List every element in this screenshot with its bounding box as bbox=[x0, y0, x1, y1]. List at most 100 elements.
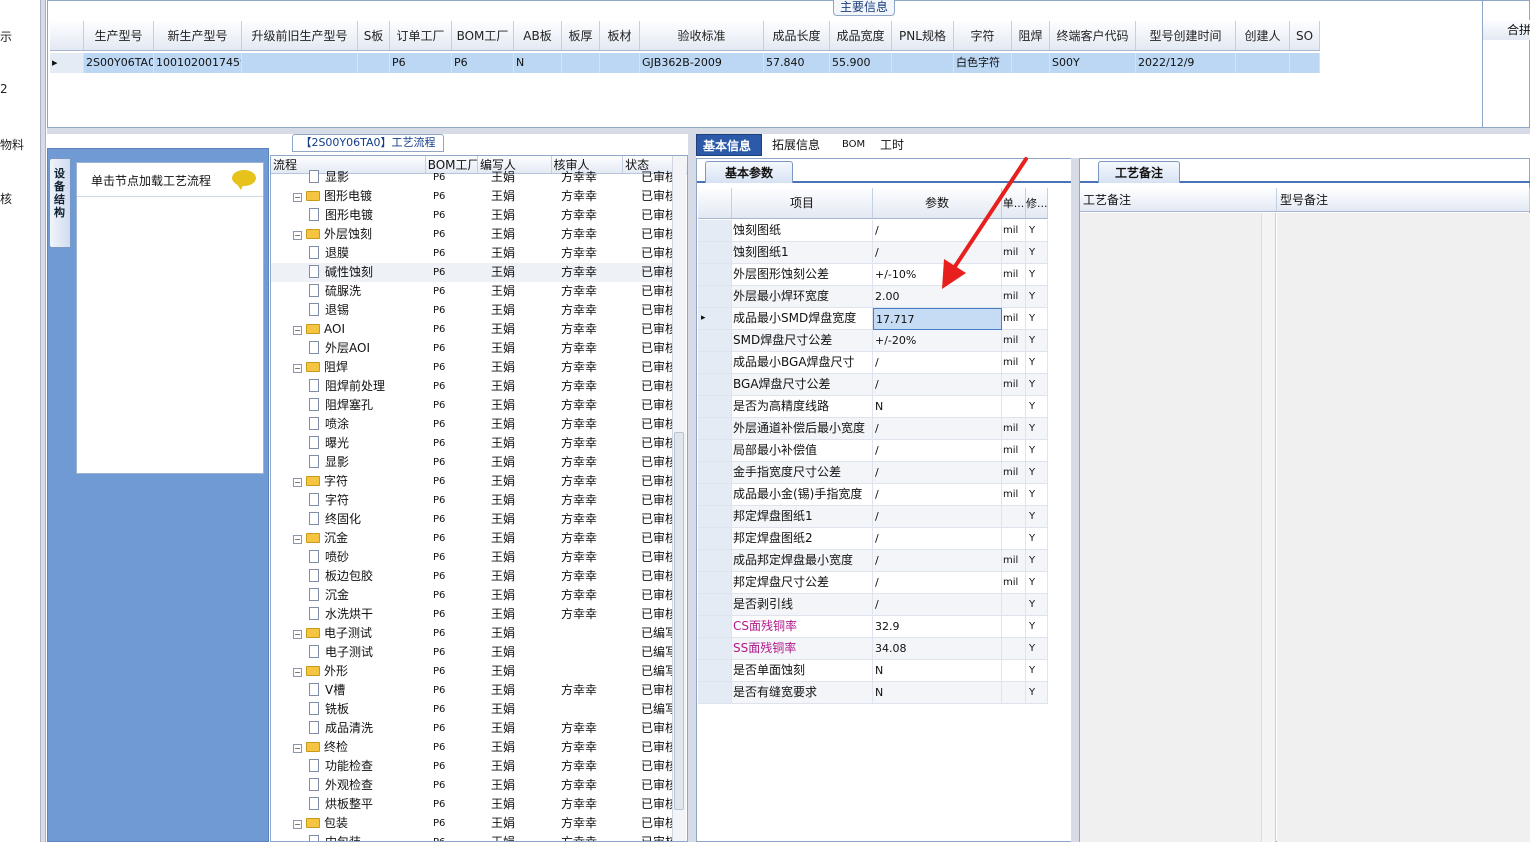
column-header[interactable]: 板材 bbox=[600, 21, 640, 50]
left-nav-item[interactable]: 物料 bbox=[0, 136, 24, 153]
column-header[interactable]: 终端客户代码 bbox=[1050, 21, 1136, 50]
column-header[interactable]: 板厚 bbox=[562, 21, 600, 50]
process-row[interactable]: 碱性蚀刻 P6 王娟 方幸幸 已审核 bbox=[271, 263, 675, 282]
grid-cell[interactable]: GJB362B-2009 bbox=[640, 53, 764, 73]
right-splitter[interactable] bbox=[1071, 158, 1079, 842]
param-value[interactable]: 34.08 bbox=[873, 638, 1002, 660]
grid-cell[interactable]: 2022/12/9 bbox=[1136, 53, 1236, 73]
process-row[interactable]: 成品清洗 P6 王娟 方幸幸 已审核 bbox=[271, 719, 675, 738]
collapse-icon[interactable]: − bbox=[293, 630, 302, 639]
column-header[interactable]: SO bbox=[1290, 21, 1320, 50]
process-row[interactable]: 喷涂 P6 王娟 方幸幸 已审核 bbox=[271, 415, 675, 434]
param-row[interactable]: BGA焊盘尺寸公差 / mil Y bbox=[698, 374, 1048, 396]
tab-basic-info[interactable]: 基本信息 bbox=[696, 134, 762, 156]
param-row[interactable]: CS面残铜率 32.9 Y bbox=[698, 616, 1048, 638]
param-row[interactable]: 成品最小金(锡)手指宽度 / mil Y bbox=[698, 484, 1048, 506]
process-row[interactable]: 阻焊前处理 P6 王娟 方幸幸 已审核 bbox=[271, 377, 675, 396]
grid-corner[interactable] bbox=[50, 21, 84, 50]
column-header[interactable]: 创建人 bbox=[1236, 21, 1290, 50]
column-header[interactable]: 阻焊 bbox=[1012, 21, 1050, 50]
collapse-icon[interactable]: − bbox=[293, 326, 302, 335]
process-row[interactable]: 外观检查 P6 王娟 方幸幸 已审核 bbox=[271, 776, 675, 795]
param-value[interactable]: N bbox=[873, 660, 1002, 682]
collapse-icon[interactable]: − bbox=[293, 231, 302, 240]
grid-cell[interactable]: P6 bbox=[452, 53, 514, 73]
param-value[interactable]: N bbox=[873, 682, 1002, 704]
param-row[interactable]: 是否有缝宽要求 N Y bbox=[698, 682, 1048, 704]
tab-work-hours[interactable]: 工时 bbox=[874, 134, 910, 156]
column-header[interactable]: 新生产型号 bbox=[154, 21, 242, 50]
collapse-icon[interactable]: − bbox=[293, 668, 302, 677]
param-value[interactable]: +/-20% bbox=[873, 330, 1002, 352]
process-row[interactable]: − 阻焊 P6 王娟 方幸幸 已审核 bbox=[271, 358, 675, 377]
grid-cell[interactable]: S00Y bbox=[1050, 53, 1136, 73]
column-header[interactable]: S板 bbox=[358, 21, 390, 50]
process-row[interactable]: 显影 P6 王娟 方幸幸 已审核 bbox=[271, 168, 675, 187]
process-row[interactable]: 退锡 P6 王娟 方幸幸 已审核 bbox=[271, 301, 675, 320]
column-header[interactable]: 验收标准 bbox=[640, 21, 764, 50]
param-value[interactable]: / bbox=[873, 374, 1002, 396]
param-row[interactable]: 金手指宽度尺寸公差 / mil Y bbox=[698, 462, 1048, 484]
param-value[interactable]: / bbox=[873, 572, 1002, 594]
equipment-structure-tab[interactable]: 设备结构 bbox=[49, 158, 71, 248]
column-header[interactable]: AB板 bbox=[514, 21, 562, 50]
column-header[interactable]: 订单工厂 bbox=[390, 21, 452, 50]
param-row[interactable]: SMD焊盘尺寸公差 +/-20% mil Y bbox=[698, 330, 1048, 352]
process-row[interactable]: 沉金 P6 王娟 方幸幸 已审核 bbox=[271, 586, 675, 605]
middle-splitter[interactable] bbox=[688, 134, 696, 842]
column-header[interactable]: 字符 bbox=[954, 21, 1012, 50]
tab-process-notes[interactable]: 工艺备注 bbox=[1098, 161, 1180, 183]
column-header[interactable]: 升级前旧生产型号 bbox=[242, 21, 358, 50]
param-value[interactable]: 32.9 bbox=[873, 616, 1002, 638]
param-row[interactable]: SS面残铜率 34.08 Y bbox=[698, 638, 1048, 660]
process-notes-field[interactable] bbox=[1080, 213, 1276, 842]
grid-cell[interactable] bbox=[1236, 53, 1290, 73]
model-notes-field[interactable] bbox=[1277, 213, 1530, 842]
grid-cell[interactable]: P6 bbox=[390, 53, 452, 73]
param-value[interactable]: / bbox=[873, 440, 1002, 462]
process-row[interactable]: V槽 P6 王娟 方幸幸 已审核 bbox=[271, 681, 675, 700]
vertical-splitter[interactable] bbox=[40, 0, 46, 842]
process-row[interactable]: 电子测试 P6 王娟 已编写 bbox=[271, 643, 675, 662]
process-row[interactable]: 曝光 P6 王娟 方幸幸 已审核 bbox=[271, 434, 675, 453]
param-value[interactable]: 17.717 bbox=[873, 308, 1002, 330]
process-row[interactable]: 硫脲洗 P6 王娟 方幸幸 已审核 bbox=[271, 282, 675, 301]
grid-cell[interactable]: 白色字符 bbox=[954, 53, 1012, 73]
param-row[interactable]: 是否为高精度线路 N Y bbox=[698, 396, 1048, 418]
process-row[interactable]: − AOI P6 王娟 方幸幸 已审核 bbox=[271, 320, 675, 339]
param-row[interactable]: 邦定焊盘尺寸公差 / mil Y bbox=[698, 572, 1048, 594]
grid-cell[interactable]: 57.840 bbox=[764, 53, 830, 73]
param-row[interactable]: 成品邦定焊盘最小宽度 / mil Y bbox=[698, 550, 1048, 572]
param-value[interactable]: N bbox=[873, 396, 1002, 418]
grid-cell[interactable]: 55.900 bbox=[830, 53, 892, 73]
notes-scrollbar[interactable] bbox=[1261, 213, 1275, 842]
param-row[interactable]: 成品最小BGA焊盘尺寸 / mil Y bbox=[698, 352, 1048, 374]
process-row[interactable]: − 沉金 P6 王娟 方幸幸 已审核 bbox=[271, 529, 675, 548]
process-row[interactable]: 内包装 P6 王娟 方幸幸 已审核 bbox=[271, 833, 675, 841]
column-header[interactable]: 成品宽度 bbox=[830, 21, 892, 50]
param-value[interactable]: / bbox=[873, 528, 1002, 550]
param-row[interactable]: 是否单面蚀刻 N Y bbox=[698, 660, 1048, 682]
left-nav-item[interactable]: 示 bbox=[0, 28, 12, 45]
collapse-icon[interactable]: − bbox=[293, 478, 302, 487]
param-value[interactable]: / bbox=[873, 550, 1002, 572]
process-row[interactable]: 喷砂 P6 王娟 方幸幸 已审核 bbox=[271, 548, 675, 567]
tab-basic-params[interactable]: 基本参数 bbox=[705, 161, 793, 183]
collapse-icon[interactable]: − bbox=[293, 744, 302, 753]
process-row[interactable]: 板边包胶 P6 王娟 方幸幸 已审核 bbox=[271, 567, 675, 586]
param-value[interactable]: / bbox=[873, 418, 1002, 440]
column-header[interactable]: BOM工厂 bbox=[452, 21, 514, 50]
column-header[interactable]: 型号创建时间 bbox=[1136, 21, 1236, 50]
tab-extended-info[interactable]: 拓展信息 bbox=[766, 134, 826, 156]
collapse-icon[interactable]: − bbox=[293, 364, 302, 373]
param-value[interactable]: / bbox=[873, 594, 1002, 616]
process-row[interactable]: 退膜 P6 王娟 方幸幸 已审核 bbox=[271, 244, 675, 263]
collapse-icon[interactable]: − bbox=[293, 535, 302, 544]
param-value[interactable]: / bbox=[873, 462, 1002, 484]
process-row[interactable]: − 包装 P6 王娟 方幸幸 已审核 bbox=[271, 814, 675, 833]
column-header[interactable]: 生产型号 bbox=[84, 21, 154, 50]
grid-cell[interactable] bbox=[892, 53, 954, 73]
process-row[interactable]: 外层AOI P6 王娟 方幸幸 已审核 bbox=[271, 339, 675, 358]
grid-cell[interactable] bbox=[358, 53, 390, 73]
process-row[interactable]: 显影 P6 王娟 方幸幸 已审核 bbox=[271, 453, 675, 472]
